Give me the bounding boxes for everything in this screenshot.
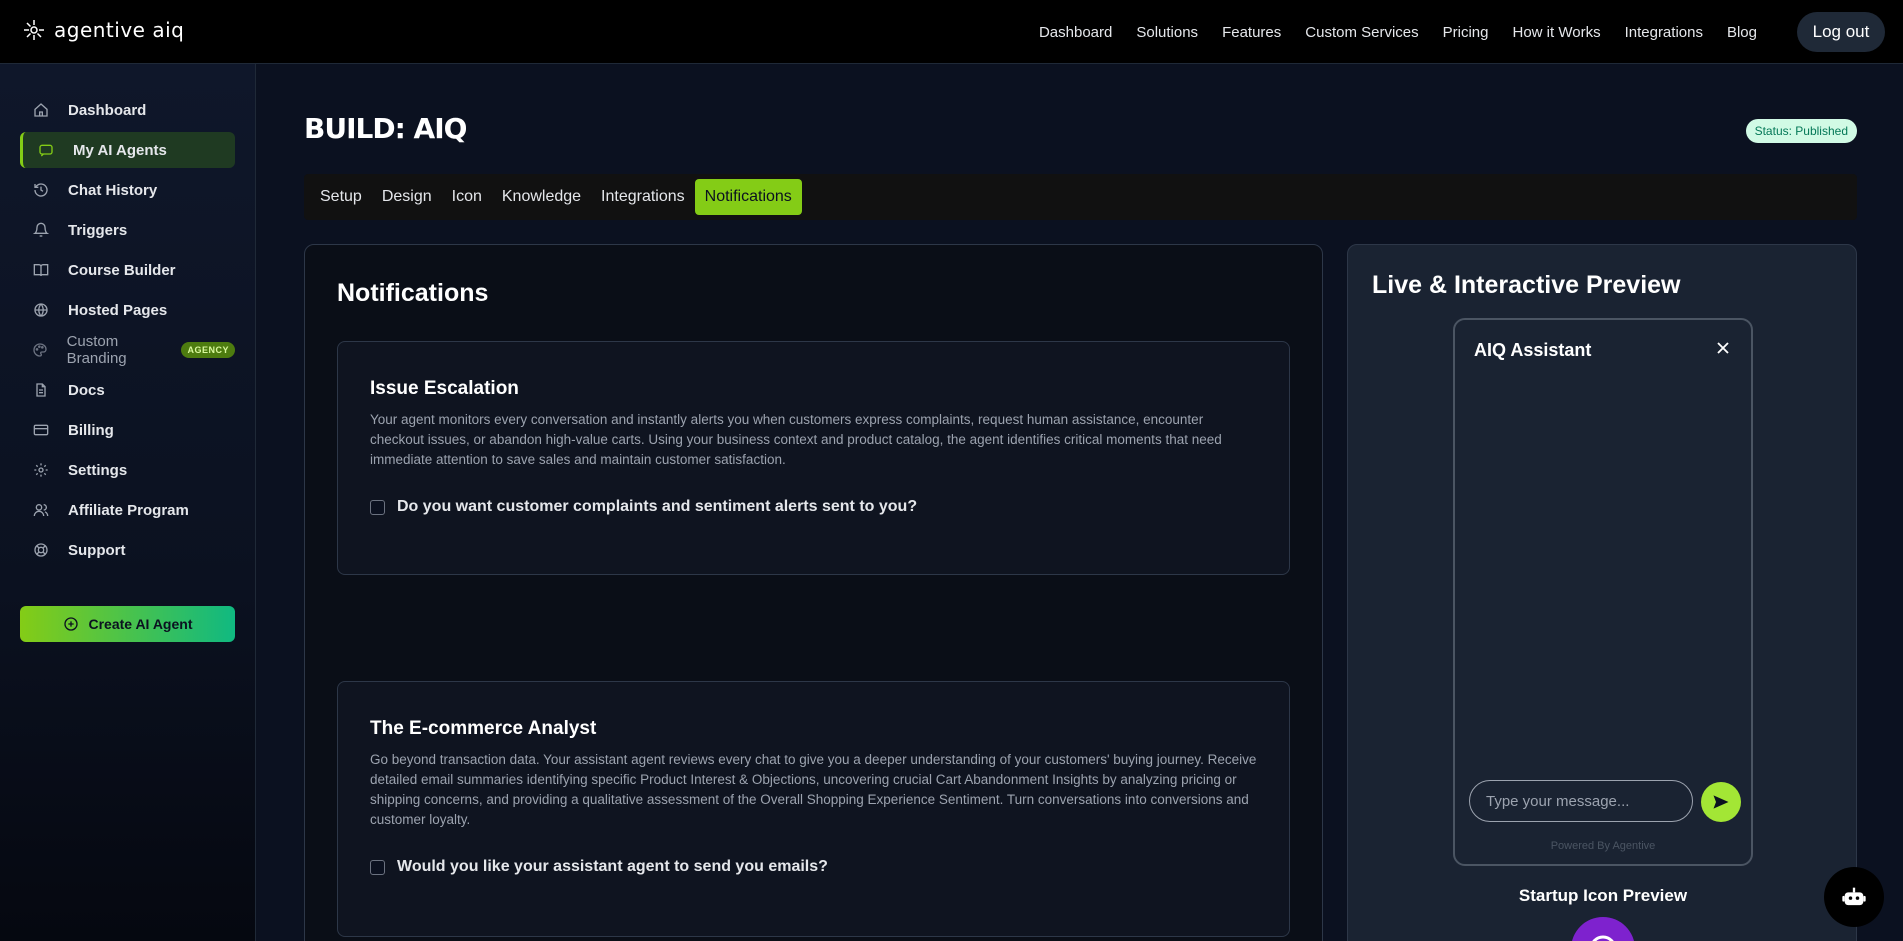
tab-icon[interactable]: Icon [442, 179, 492, 215]
history-icon [32, 181, 50, 199]
checkbox-label: Would you like your assistant agent to s… [397, 858, 828, 875]
bot-message-icon [37, 141, 55, 159]
issue-escalation-card: Issue Escalation Your agent monitors eve… [337, 341, 1290, 575]
sidebar-item-label: Support [68, 541, 126, 559]
close-icon[interactable] [1713, 338, 1733, 358]
sidebar-item-triggers[interactable]: Triggers [20, 212, 235, 248]
lifebuoy-icon [32, 541, 50, 559]
sidebar-item-label: Dashboard [68, 101, 147, 119]
globe-icon [32, 301, 50, 319]
sidebar-item-label: Course Builder [68, 261, 176, 279]
bell-icon [32, 221, 50, 239]
panel-title: Notifications [337, 279, 489, 307]
card-title: The E-commerce Analyst [370, 718, 597, 739]
sidebar-item-course-builder[interactable]: Course Builder [20, 252, 235, 288]
email-summary-option[interactable]: Would you like your assistant agent to s… [370, 858, 828, 876]
credit-card-icon [32, 421, 50, 439]
live-preview-panel: Live & Interactive Preview AIQ Assistant… [1347, 244, 1857, 941]
sidebar-item-custom-branding[interactable]: Custom Branding AGENCY [20, 332, 235, 368]
complaints-alert-checkbox[interactable] [370, 499, 385, 515]
sidebar-item-billing[interactable]: Billing [20, 412, 235, 448]
create-ai-agent-label: Create AI Agent [88, 616, 193, 632]
brand-logo[interactable]: agentive aiq [22, 18, 184, 42]
sidebar: Dashboard My AI Agents Chat History Trig… [0, 64, 256, 941]
card-title: Issue Escalation [370, 378, 519, 399]
tab-setup[interactable]: Setup [310, 179, 372, 215]
sidebar-item-label: Chat History [68, 181, 158, 199]
sidebar-item-support[interactable]: Support [20, 532, 235, 568]
sidebar-item-label: Billing [68, 421, 114, 439]
sidebar-item-label: Hosted Pages [68, 301, 168, 319]
sidebar-item-label: Triggers [68, 221, 128, 239]
users-icon [32, 501, 50, 519]
sidebar-item-chat-history[interactable]: Chat History [20, 172, 235, 208]
sidebar-item-label: Custom Branding [66, 333, 127, 367]
document-icon [32, 381, 50, 399]
chat-widget-preview: AIQ Assistant Powered By Agentive [1453, 318, 1753, 866]
main-nav: Dashboard Solutions Features Custom Serv… [1027, 0, 1769, 64]
nav-features[interactable]: Features [1210, 24, 1293, 41]
sidebar-item-my-ai-agents[interactable]: My AI Agents [20, 132, 235, 168]
startup-icon-preview[interactable] [1571, 917, 1635, 941]
plus-circle-icon [63, 617, 78, 631]
nav-pricing[interactable]: Pricing [1431, 24, 1501, 41]
powered-by-text: Powered By Agentive [1550, 840, 1656, 852]
nav-how-it-works[interactable]: How it Works [1501, 24, 1613, 41]
sidebar-item-label: Settings [68, 461, 128, 479]
tab-knowledge[interactable]: Knowledge [492, 179, 591, 215]
palette-icon [32, 341, 49, 359]
sidebar-item-dashboard[interactable]: Dashboard [20, 92, 235, 128]
nav-blog[interactable]: Blog [1715, 24, 1769, 41]
nav-dashboard[interactable]: Dashboard [1027, 24, 1124, 41]
preview-title: Live & Interactive Preview [1372, 271, 1681, 299]
send-button[interactable] [1701, 782, 1741, 822]
builder-tabs: Setup Design Icon Knowledge Integrations… [304, 174, 1857, 220]
status-badge: Status: Published [1745, 119, 1857, 143]
page-title: BUILD: AIQ [304, 112, 467, 145]
create-ai-agent-button[interactable]: Create AI Agent [20, 606, 235, 642]
agency-badge: AGENCY [181, 342, 235, 358]
nav-solutions[interactable]: Solutions [1124, 24, 1210, 41]
sidebar-item-settings[interactable]: Settings [20, 452, 235, 488]
tab-design[interactable]: Design [372, 179, 442, 215]
floating-chat-bot-button[interactable] [1824, 867, 1884, 927]
sidebar-item-label: My AI Agents [73, 141, 167, 159]
top-navbar: agentive aiq Dashboard Solutions Feature… [0, 0, 1903, 64]
notifications-panel: Notifications Issue Escalation Your agen… [304, 244, 1323, 941]
chat-bubble-icon [1592, 935, 1614, 941]
sidebar-item-hosted-pages[interactable]: Hosted Pages [20, 292, 235, 328]
checkbox-label: Do you want customer complaints and sent… [397, 498, 918, 515]
nav-custom-services[interactable]: Custom Services [1293, 24, 1430, 41]
book-icon [32, 261, 50, 279]
chat-message-input[interactable] [1469, 780, 1693, 822]
send-icon [1713, 795, 1729, 809]
brand-name: agentive aiq [54, 18, 185, 42]
sidebar-item-affiliate-program[interactable]: Affiliate Program [20, 492, 235, 528]
nav-integrations[interactable]: Integrations [1613, 24, 1715, 41]
tab-integrations[interactable]: Integrations [591, 179, 695, 215]
tab-notifications[interactable]: Notifications [694, 179, 802, 215]
chat-title: AIQ Assistant [1474, 340, 1592, 360]
sidebar-item-label: Docs [68, 381, 105, 399]
home-icon [32, 101, 50, 119]
bot-icon [1842, 887, 1866, 906]
gear-icon [32, 461, 50, 479]
card-description: Go beyond transaction data. Your assista… [370, 752, 1257, 827]
sidebar-item-label: Affiliate Program [68, 501, 189, 519]
email-summary-checkbox[interactable] [370, 859, 385, 875]
sidebar-item-docs[interactable]: Docs [20, 372, 235, 408]
logout-button[interactable]: Log out [1797, 12, 1885, 52]
startup-icon-label: Startup Icon Preview [1518, 886, 1688, 905]
logo-icon [24, 20, 44, 40]
card-description: Your agent monitors every conversation a… [370, 412, 1222, 467]
complaints-alert-option[interactable]: Do you want customer complaints and sent… [370, 498, 917, 516]
ecommerce-analyst-card: The E-commerce Analyst Go beyond transac… [337, 681, 1290, 937]
